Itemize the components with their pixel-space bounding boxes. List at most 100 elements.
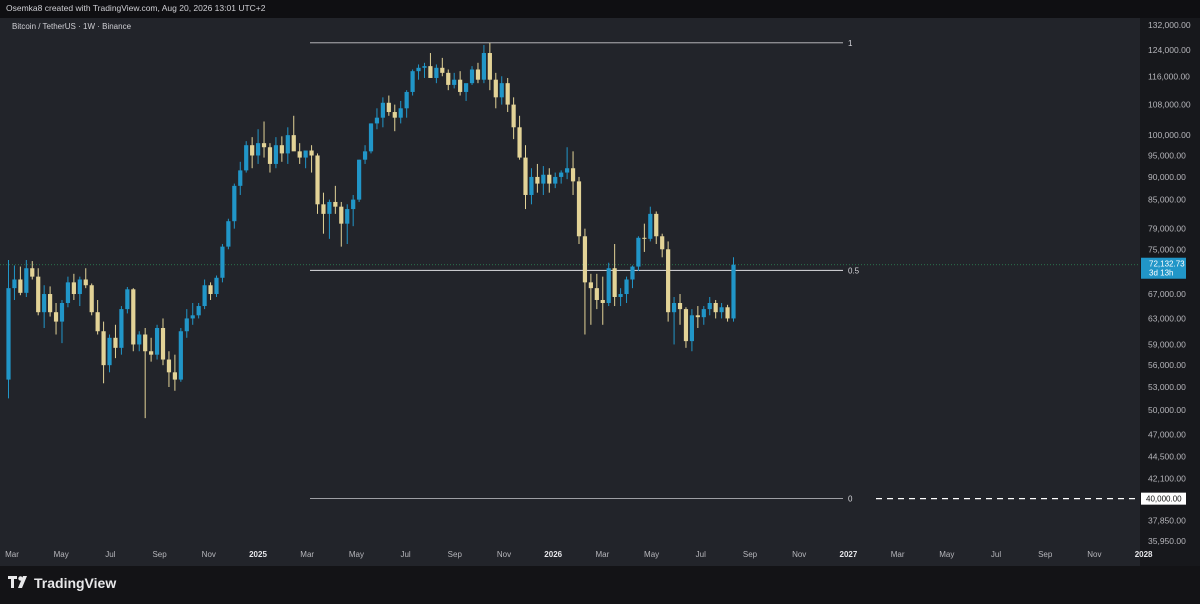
candle-body xyxy=(713,303,718,313)
candles xyxy=(6,42,736,419)
candle-body xyxy=(273,145,279,164)
candle-body xyxy=(701,309,706,318)
candle-body xyxy=(232,185,237,222)
candle-body xyxy=(119,309,124,348)
footer xyxy=(0,566,1200,604)
candle-body xyxy=(267,147,273,164)
candle-body xyxy=(689,315,695,342)
candle-body xyxy=(160,327,166,360)
candle-body xyxy=(642,237,647,239)
time-tick-label: May xyxy=(644,550,659,559)
candle-body xyxy=(47,294,53,313)
candle-body xyxy=(458,79,463,92)
candle-body xyxy=(446,72,451,85)
candle-body xyxy=(600,299,605,304)
candle-body xyxy=(113,337,118,348)
candle-body xyxy=(345,209,350,224)
time-tick-label: 2026 xyxy=(544,550,562,559)
candle-body xyxy=(362,151,368,160)
price-tick-label: 67,000.00 xyxy=(1148,289,1186,299)
candle-body xyxy=(143,334,148,352)
time-tick-label: Sep xyxy=(743,550,758,559)
candle-body xyxy=(178,331,183,380)
time-tick-label: Mar xyxy=(300,550,314,559)
candle-body xyxy=(559,172,564,177)
fib-label: 0.5 xyxy=(848,266,860,275)
candle-body xyxy=(654,213,659,237)
price-tick-label: 44,500.00 xyxy=(1148,451,1186,461)
price-tick-label: 116,000.00 xyxy=(1148,71,1190,81)
price-tick-label: 100,000.00 xyxy=(1148,130,1191,140)
time-axis-labels: Mar May Jul Sep Nov 2025 Mar May Jul Sep Nov 2026 Ma… xyxy=(5,550,1153,559)
candle-body xyxy=(71,282,76,295)
time-tick-label: 2025 xyxy=(249,550,267,559)
time-tick-label: Sep xyxy=(1038,550,1053,559)
candle-body xyxy=(95,312,100,332)
candle-body xyxy=(523,157,528,195)
candle-body xyxy=(261,143,267,148)
price-tick-label: 56,000.00 xyxy=(1148,360,1186,370)
time-tick-label: Sep xyxy=(152,550,167,559)
candle-body xyxy=(238,170,243,186)
candle-body xyxy=(196,306,201,316)
fib-label: 0 xyxy=(848,495,853,504)
last-price-label: 72,132.73 xyxy=(1149,260,1185,269)
candle-body xyxy=(226,221,231,247)
time-tick-label: Nov xyxy=(497,550,511,559)
price-tick-label: 90,000.00 xyxy=(1148,172,1186,182)
symbol-label: Bitcoin / TetherUS · 1W · Binance xyxy=(12,22,132,31)
candle-body xyxy=(612,268,617,297)
time-tick-label: 2027 xyxy=(840,550,858,559)
candle-body xyxy=(53,312,59,322)
candle-body xyxy=(535,176,540,184)
candle-body xyxy=(582,236,588,283)
candle-body xyxy=(166,359,172,373)
candle-body xyxy=(719,307,724,313)
candle-body xyxy=(83,279,88,286)
candle-body xyxy=(469,69,475,84)
price-tick-label: 124,000.00 xyxy=(1148,45,1191,55)
time-tick-label: Jul xyxy=(400,550,410,559)
candle-body xyxy=(6,288,11,380)
candle-body xyxy=(107,337,112,366)
tv-icon xyxy=(8,575,30,591)
candle-body xyxy=(463,83,469,92)
candle-body xyxy=(131,289,136,345)
brand-text: TradingView xyxy=(34,575,117,591)
candle-body xyxy=(327,201,332,214)
price-tick-label: 42,100.00 xyxy=(1148,473,1186,483)
price-tick-label: 63,000.00 xyxy=(1148,313,1186,323)
level-price-label: 40,000.00 xyxy=(1146,495,1182,504)
candle-body xyxy=(36,276,41,313)
price-tick-label: 79,000.00 xyxy=(1148,224,1186,234)
time-tick-label: May xyxy=(349,550,364,559)
fib-label: 1 xyxy=(848,39,853,48)
candle-body xyxy=(541,174,546,184)
candle-body xyxy=(202,285,207,307)
candle-body xyxy=(517,127,522,158)
candle-body xyxy=(487,53,492,80)
candlestick-chart[interactable]: 132,000.00 124,000.00 116,000.00 108,000.00… xyxy=(0,0,1200,604)
candle-body xyxy=(291,135,296,152)
candle-body xyxy=(636,237,641,267)
candle-body xyxy=(101,331,106,366)
candle-body xyxy=(172,372,177,380)
candle-body xyxy=(255,143,261,156)
time-tick-label: May xyxy=(939,550,954,559)
candle-body xyxy=(683,309,689,342)
candle-body xyxy=(380,102,385,118)
candle-body xyxy=(77,279,82,295)
price-tick-label: 37,850.00 xyxy=(1148,516,1186,526)
candle-body xyxy=(18,279,23,293)
candle-body xyxy=(553,176,558,184)
time-tick-label: Jul xyxy=(991,550,1001,559)
time-tick-label: Jul xyxy=(696,550,706,559)
candle-body xyxy=(65,282,71,304)
price-tick-label: 85,000.00 xyxy=(1148,195,1186,205)
candle-body xyxy=(303,150,308,158)
candle-body xyxy=(410,71,415,92)
candle-body xyxy=(576,181,582,237)
candle-body xyxy=(565,168,570,173)
candle-body xyxy=(624,279,629,295)
tradingview-logo: TradingView xyxy=(8,575,116,591)
